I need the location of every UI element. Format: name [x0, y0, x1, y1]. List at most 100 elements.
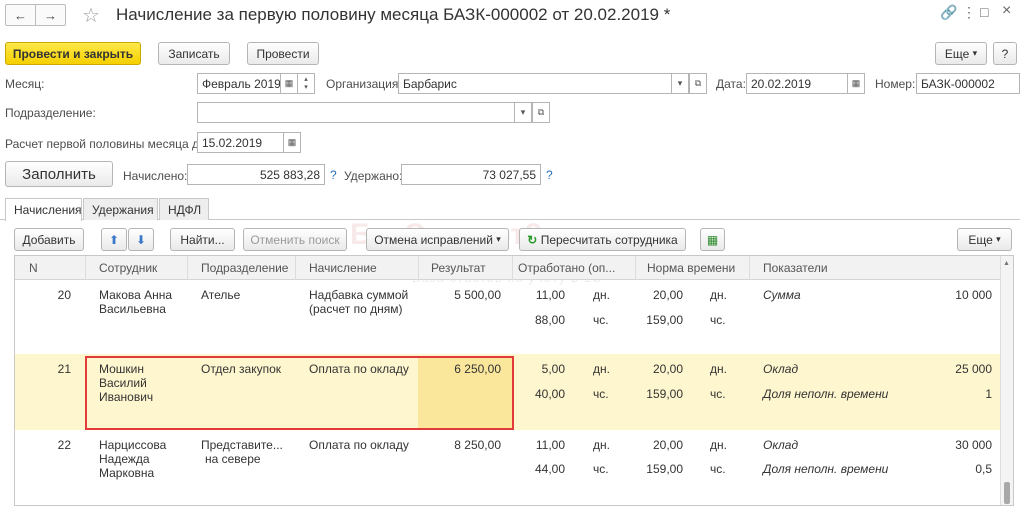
header-indicators[interactable]: Показатели [763, 261, 828, 275]
header-employee[interactable]: Сотрудник [99, 261, 157, 275]
table-more-button[interactable]: Еще ▾ [957, 228, 1012, 251]
worked-hours: 88,00 [534, 313, 565, 327]
accrued-help-icon[interactable]: ? [330, 168, 337, 182]
calc-until-field[interactable]: 15.02.2019 [197, 132, 284, 153]
row-number: 21 [57, 362, 71, 376]
move-up-icon[interactable]: ⬆ [101, 228, 127, 251]
header-norm[interactable]: Норма времени [647, 261, 735, 275]
header-accrual[interactable]: Начисление [309, 261, 377, 275]
norm-hours: 159,00 [646, 387, 683, 401]
organization-dropdown-icon[interactable]: ▾ [671, 73, 689, 94]
worked-days-unit: дн. [593, 438, 610, 452]
department-cell: Ателье [201, 288, 241, 302]
department-cell: Отдел закупок [201, 362, 282, 376]
employee-name-line: Макова Анна [99, 288, 173, 302]
more-vertical-icon[interactable]: ⋮ [962, 4, 976, 21]
window-title: Начисление за первую половину месяца БАЗ… [116, 5, 671, 24]
post-and-close-button[interactable]: Провести и закрыть [5, 42, 141, 65]
worked-hours-unit: чс. [593, 313, 609, 327]
post-button[interactable]: Провести [247, 42, 319, 65]
refresh-icon: ↻ [527, 232, 538, 247]
norm-hours-unit: чс. [710, 387, 726, 401]
employee-name-line: Надежда [99, 452, 150, 466]
department-open-icon[interactable]: ⧉ [532, 102, 550, 123]
indicator-value: 0,5 [975, 462, 992, 476]
header-separator [187, 256, 188, 280]
indicator-name: Сумма [763, 288, 801, 302]
help-button[interactable]: ? [993, 42, 1017, 65]
accrued-field: 525 883,28 [187, 164, 325, 185]
tab-deductions[interactable]: Удержания [83, 198, 158, 220]
header-department[interactable]: Подразделение [201, 261, 288, 275]
indicator-value: 30 000 [955, 438, 992, 452]
calendar-icon[interactable]: ▦ [280, 73, 298, 94]
organization-open-icon[interactable]: ⧉ [689, 73, 707, 94]
fill-button[interactable]: Заполнить [5, 161, 113, 187]
tab-accruals[interactable]: Начисления [5, 198, 82, 221]
accrual-cell: Оплата по окладу [309, 362, 409, 376]
date-calendar-icon[interactable]: ▦ [847, 73, 865, 94]
table-settings-icon[interactable]: ▦ [700, 228, 725, 251]
department-dropdown-icon[interactable]: ▾ [514, 102, 532, 123]
stepper-down-icon[interactable]: ▾ [304, 84, 308, 92]
header-n[interactable]: N [29, 261, 38, 275]
worked-days: 5,00 [541, 362, 565, 376]
accrual-cell: Оплата по окладу [309, 438, 409, 452]
favorite-star-icon[interactable]: ☆ [82, 3, 100, 28]
chevron-down-icon: ▾ [972, 48, 978, 58]
indicator-name: Оклад [763, 438, 799, 452]
more-button[interactable]: Еще ▾ [935, 42, 987, 65]
header-separator [635, 256, 636, 280]
date-field[interactable]: 20.02.2019 [746, 73, 848, 94]
result-cell: 8 250,00 [454, 438, 501, 452]
withheld-help-icon[interactable]: ? [546, 168, 553, 182]
norm-days: 20,00 [652, 438, 683, 452]
employee-name-line: Васильевна [99, 302, 166, 316]
row-number: 20 [57, 288, 71, 302]
norm-days-unit: дн. [710, 362, 727, 376]
worked-hours: 44,00 [534, 462, 565, 476]
forward-arrow-icon[interactable]: → [36, 5, 65, 25]
number-field[interactable]: БАЗК-000002 [916, 73, 1020, 94]
accrual-cell: (расчет по дням) [309, 302, 403, 316]
more-label: Еще [944, 46, 970, 61]
tab-ndfl[interactable]: НДФЛ [159, 198, 209, 220]
header-result[interactable]: Результат [431, 261, 486, 275]
recalculate-employee-button[interactable]: ↻ Пересчитать сотрудника [519, 228, 686, 251]
organization-label: Организация: [326, 77, 402, 91]
move-down-icon[interactable]: ⬇ [128, 228, 154, 251]
month-stepper[interactable]: ▴ ▾ [297, 73, 315, 94]
calc-until-calendar-icon[interactable]: ▦ [283, 132, 301, 153]
worked-hours: 40,00 [534, 387, 565, 401]
row-number: 22 [57, 438, 71, 452]
indicator-name: Доля неполн. времени [763, 462, 889, 476]
department-cell: на севере [205, 452, 261, 466]
link-icon[interactable]: 🔗 [940, 4, 957, 21]
header-separator [85, 256, 86, 280]
close-icon[interactable]: × [1002, 2, 1011, 20]
accruals-table: N Сотрудник Подразделение Начисление Рез… [14, 255, 1014, 506]
department-field[interactable] [197, 102, 515, 123]
table-scrollbar[interactable]: ▲ [1000, 256, 1013, 505]
chevron-down-icon: ▾ [996, 234, 1001, 244]
header-worked[interactable]: Отработано (оп... [518, 261, 615, 275]
maximize-icon[interactable]: □ [980, 4, 988, 20]
month-field[interactable]: Февраль 2019 [197, 73, 281, 94]
worked-days-unit: дн. [593, 288, 610, 302]
worked-hours-unit: чс. [593, 387, 609, 401]
norm-hours: 159,00 [646, 313, 683, 327]
cancel-search-button[interactable]: Отменить поиск [243, 228, 347, 251]
recalculate-label: Пересчитать сотрудника [540, 232, 678, 247]
add-button[interactable]: Добавить [14, 228, 84, 251]
stepper-up-icon[interactable]: ▴ [304, 76, 308, 84]
table-more-label: Еще [968, 232, 993, 247]
nav-buttons: ← → [5, 4, 66, 26]
organization-field[interactable]: Барбарис [398, 73, 672, 94]
scroll-up-icon[interactable]: ▲ [1003, 260, 1010, 267]
find-button[interactable]: Найти... [170, 228, 235, 251]
back-arrow-icon[interactable]: ← [6, 5, 36, 25]
save-button[interactable]: Записать [158, 42, 230, 65]
header-separator [418, 256, 419, 280]
scroll-thumb[interactable] [1004, 482, 1010, 504]
cancel-corrections-button[interactable]: Отмена исправлений ▾ [366, 228, 509, 251]
